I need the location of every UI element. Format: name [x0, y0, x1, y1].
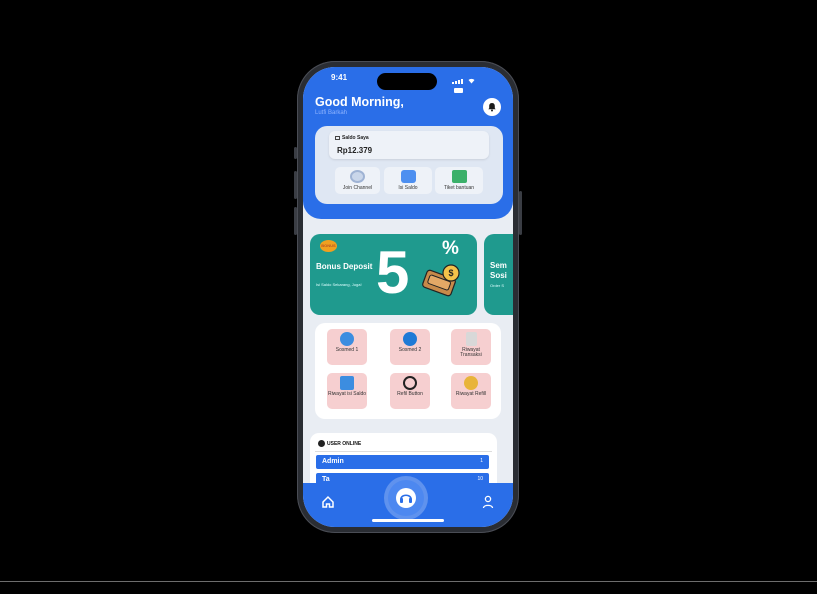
silent-switch: [294, 147, 297, 159]
isi-saldo-label: Isi Saldo: [398, 185, 418, 191]
bell-icon[interactable]: [483, 98, 501, 116]
bonus-badge: BONUS: [320, 240, 337, 252]
menu-refil-button[interactable]: Refil Button: [390, 373, 430, 409]
menu-label: Riwayat Transaksi: [460, 347, 482, 358]
signal-wifi-battery-icon: [452, 75, 482, 93]
banner-title: Bonus Deposit: [316, 262, 373, 271]
support-icon: [396, 488, 416, 508]
menu-riwayat-refill[interactable]: Riwayat Refill: [451, 373, 491, 409]
user-count: 1: [480, 458, 483, 464]
user-name: Admin: [322, 458, 344, 465]
banner2-title: Sem Sosi: [490, 261, 507, 280]
wallet-small-icon: [335, 135, 340, 140]
wallet-icon: [400, 170, 416, 183]
receipt-icon: [465, 332, 477, 346]
app-screen: 9:41 Good Morning, Lutfi Barkah Saldo Sa…: [303, 67, 513, 527]
menu-grid: Sosmed 1 Sosmed 2 Riwayat Transaksi Riwa…: [315, 323, 501, 419]
tiket-bantuan-button[interactable]: Tiket bantuan: [435, 167, 483, 194]
menu-riwayat-transaksi[interactable]: Riwayat Transaksi: [451, 329, 491, 365]
menu-label: Riwayat isi Saldo: [327, 391, 367, 397]
menu-label: Riwayat Refill: [455, 391, 487, 397]
menu-label: Sosmed 2: [398, 347, 422, 353]
cart-icon: [340, 332, 354, 346]
banner2-subtitle: Order S: [490, 283, 505, 288]
promo-banner-bonus-deposit[interactable]: BONUS Bonus Deposit Isi Saldo Sekarang, …: [310, 234, 477, 315]
volume-down-button: [294, 207, 297, 235]
user-name: Ta: [322, 476, 330, 483]
wallet-coin-icon: $: [422, 264, 460, 297]
cart-icon: [403, 332, 417, 346]
power-button: [519, 191, 522, 235]
globe-icon: [318, 440, 325, 447]
svg-text:$: $: [448, 268, 453, 278]
refresh-icon: [403, 376, 417, 390]
menu-label: Refil Button: [397, 391, 423, 397]
ticket-icon: [451, 170, 467, 183]
header: 9:41 Good Morning, Lutfi Barkah Saldo Sa…: [303, 67, 513, 219]
phone-frame: 9:41 Good Morning, Lutfi Barkah Saldo Sa…: [294, 61, 522, 533]
tiket-bantuan-label: Tiket bantuan: [443, 185, 475, 191]
volume-up-button: [294, 171, 297, 199]
user-online-header: USER ONLINE: [318, 440, 361, 447]
wallet-history-icon: [340, 376, 354, 390]
balance-value: Rp12.379: [337, 146, 373, 155]
balance-title: Saldo Saya: [335, 135, 369, 141]
banner-big-number: 5: [376, 239, 410, 306]
home-icon[interactable]: [321, 495, 335, 509]
status-time: 9:41: [331, 73, 348, 82]
divider: [315, 451, 492, 452]
home-indicator: [372, 519, 444, 522]
wallet-card: Saldo Saya Rp12.379 Join Channel Isi Sal…: [315, 126, 503, 204]
isi-saldo-button[interactable]: Isi Saldo: [384, 167, 432, 194]
refill-history-icon: [464, 376, 478, 390]
menu-label: Sosmed 1: [335, 347, 359, 353]
user-row[interactable]: Admin 1: [316, 455, 489, 469]
promo-banner-next[interactable]: Sem Sosi Order S: [484, 234, 513, 315]
menu-sosmed-2[interactable]: Sosmed 2: [390, 329, 430, 365]
support-fab-button[interactable]: [388, 480, 424, 516]
menu-sosmed-1[interactable]: Sosmed 1: [327, 329, 367, 365]
screen-divider: [0, 581, 817, 582]
profile-icon[interactable]: [482, 495, 494, 509]
balance-box[interactable]: Saldo Saya Rp12.379: [329, 131, 489, 159]
channel-icon: [350, 170, 365, 183]
greeting-title: Good Morning,: [315, 95, 404, 109]
join-channel-button[interactable]: Join Channel: [335, 167, 380, 194]
join-channel-label: Join Channel: [342, 185, 373, 191]
status-bar: 9:41: [303, 67, 513, 93]
user-count: 10: [477, 476, 483, 482]
user-online-title: USER ONLINE: [327, 440, 362, 447]
dynamic-island: [377, 73, 437, 90]
banner-percent: %: [442, 238, 459, 259]
greeting-username: Lutfi Barkah: [315, 110, 348, 116]
banner-subtitle: Isi Saldo Sekarang, Juga!: [316, 282, 362, 287]
menu-riwayat-isi-saldo[interactable]: Riwayat isi Saldo: [327, 373, 367, 409]
balance-title-text: Saldo Saya: [342, 135, 369, 141]
